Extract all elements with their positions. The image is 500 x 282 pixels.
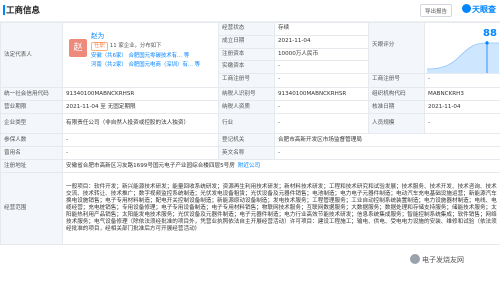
legal-rep-company-list: 安徽（共6家） 合肥国元零碳技术有... 等 河南（共2家） 合肥国元电商（深圳… [91,52,219,70]
term-label: 营业期限 [0,100,63,114]
scope-label: 经营范围 [0,172,63,245]
industry-no-label-left: 工商注册号 [222,76,250,83]
labels-col-2: 经营状态 成立日期 注册资本 实缴资本 工商注册号 [218,22,275,88]
trade-label: 行业 [218,113,275,134]
brand-name: 天眼查 [472,5,496,14]
approve-value: 2021-11-04 [424,100,500,114]
tax-label: 纳税人识别号 [218,87,275,101]
status-value: 存续 [275,23,368,36]
score-label-cell: 天眼评分 工商注册号 [368,22,425,88]
legal-rep-positions: 任职 11 家企业，分布如下 [91,42,162,51]
watermark: 电子发烧友网 [410,254,464,265]
tax-value: 91340100MABNCKRHSR [274,87,369,101]
staff-value: - [424,113,500,134]
score-gauge: 88 [425,23,500,75]
english-name-label: 英文名称 [218,146,275,160]
values-col-2: 存续 2021-11-04 10000万人民币 - - [274,22,369,88]
type-value: 有限责任公司（非自然人投资或控股的法人独资） [62,113,219,134]
business-info-table: 法定代表人 赵 赵为 任职 11 家企业，分布如下 安徽（共6家） 合肥国元零碳技… [0,22,500,245]
score-value: 88 [483,28,497,39]
scope-value: 一般项目：软件开发；新兴能源技术研发；能量回收系统研发；资源再生利用技术研发；新… [62,172,500,245]
position-badge: 任职 [91,42,108,51]
trade-value: - [274,113,369,134]
industry-no-value-left: - [278,76,281,83]
address-value: 安徽省合肥市高新区习友路1699号国元电子产业园综合楼四层5号房 [66,162,235,169]
industry-no-label: 工商注册号 [372,76,400,83]
score-cell: 88 - [424,22,500,88]
status-label: 经营状态 [219,23,274,36]
founded-value: 2021-11-04 [275,36,368,49]
former-name-value: - [62,146,219,160]
watermark-icon [410,254,420,264]
score-label: 天眼评分 [369,23,424,75]
position-summary: 11 家企业，分布如下 [109,43,162,49]
paidin-label: 实缴资本 [219,61,274,75]
credit-value: 91340100MABNCKRHSR [62,87,219,101]
title-accent [3,5,5,15]
address-label: 注册地址 [0,159,63,173]
org-label: 组织机构代码 [368,87,425,101]
top-bar: 工商信息 导出报告 天眼查 [0,0,500,22]
former-name-label: 曾用名 [0,146,63,160]
industry-no-value: - [428,76,431,83]
watermark-text: 电子发烧友网 [422,256,464,264]
address-cell: 安徽省合肥市高新区习友路1699号国元电子产业园综合楼四层5号房 附近公司 [62,159,500,173]
section-title: 工商信息 [6,6,41,16]
english-name-value: - [274,146,500,160]
legal-rep-name-link[interactable]: 赵为 [91,33,104,40]
reg-capital-value: 10000万人民币 [275,49,368,62]
term-value: 2021-11-04 至 无固定期限 [62,100,219,114]
org-value: MABNCKRH3 [424,87,500,101]
brand-icon [462,4,471,13]
avatar: 赵 [69,39,87,57]
company-list-item[interactable]: 河南（共2家） 合肥国元电商（深圳）有... 等 [91,61,219,70]
staff-label: 人员规模 [368,113,425,134]
approve-label: 核准日期 [368,100,425,114]
paidin-value: - [275,61,368,75]
founded-label: 成立日期 [219,36,274,49]
score-chart [426,41,499,73]
legal-rep-cell: 赵 赵为 任职 11 家企业，分布如下 安徽（共6家） 合肥国元零碳技术有... … [62,22,219,88]
nearby-companies-link[interactable]: 附近公司 [238,163,260,169]
insured-value: - [62,133,219,147]
type-label: 企业类型 [0,113,63,134]
taxpayer-value: - [274,100,369,114]
brand-logo: 天眼查 [462,4,496,15]
insured-label: 参保人数 [0,133,63,147]
credit-label: 统一社会信用代码 [0,87,63,101]
export-report-button[interactable]: 导出报告 [420,4,453,17]
authority-label: 登记机关 [218,133,275,147]
reg-capital-label: 注册资本 [219,49,274,62]
company-list-item[interactable]: 安徽（共6家） 合肥国元零碳技术有... 等 [91,52,219,61]
legal-rep-label: 法定代表人 [0,22,63,88]
taxpayer-label: 纳税人资质 [218,100,275,114]
authority-value: 合肥市高新开发区市场监督管理局 [274,133,500,147]
